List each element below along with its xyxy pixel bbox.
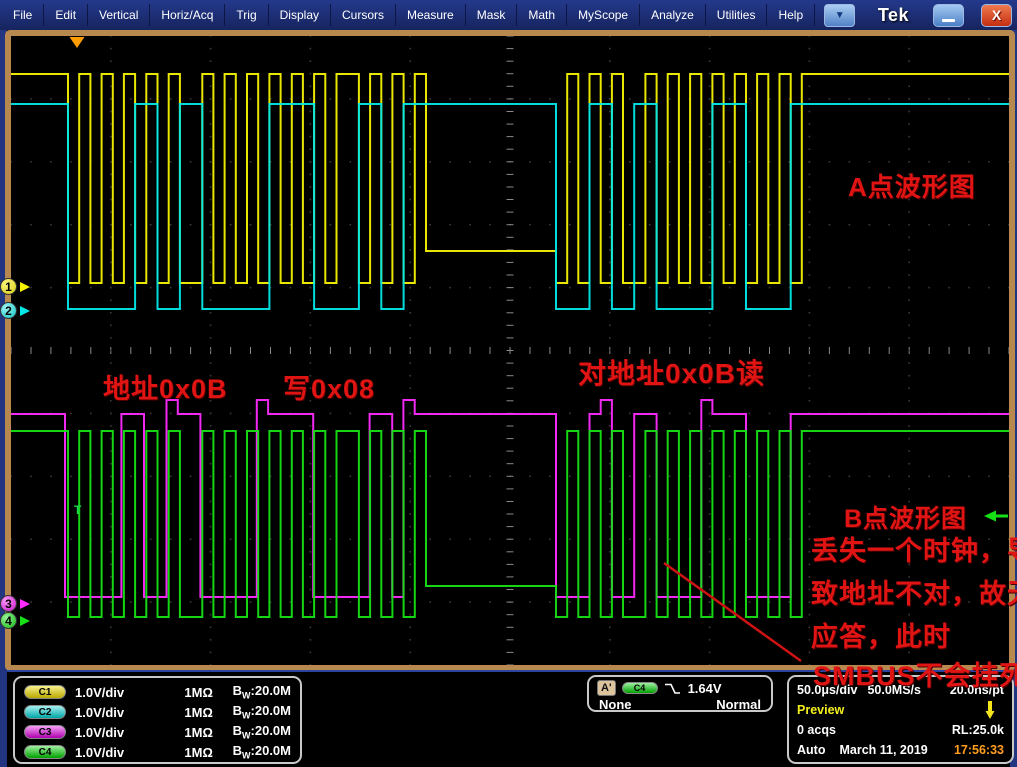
ch4-pill[interactable]: C4	[24, 745, 66, 759]
time-display: 17:56:33	[953, 743, 1004, 757]
annotation-note-line4: SMBUS不会挂死	[813, 661, 1017, 691]
menu-item-utilities[interactable]: Utilities	[706, 4, 768, 26]
trigger-mode: Normal	[716, 697, 761, 712]
ch4-scale: 1.0V/div	[75, 744, 125, 760]
menu-item-vertical[interactable]: Vertical	[88, 4, 151, 26]
trigger-readout-row1: A' C4 1.64V	[589, 679, 771, 696]
record-position-icon	[985, 700, 995, 719]
horizontal-row-preview: Preview	[789, 700, 1012, 720]
annotation-note-line3: 应答，此时	[811, 622, 951, 652]
menu-item-edit[interactable]: Edit	[44, 4, 89, 26]
ch3-reference-arrow	[20, 599, 30, 609]
ch2-scale: 1.0V/div	[75, 704, 125, 720]
menu-item-trig[interactable]: Trig	[225, 4, 269, 26]
menu-item-file[interactable]: File	[2, 4, 45, 26]
channel-readout-row-c2: C2 1.0V/div 1MΩ BW:20.0M	[15, 702, 300, 722]
horizontal-row-acqs: 0 acqs RL:25.0k	[789, 720, 1012, 740]
menu-item-help[interactable]: Help	[767, 4, 816, 26]
trigger-level: 1.64V	[687, 680, 722, 696]
menu-item-mask[interactable]: Mask	[466, 4, 518, 26]
trigger-readout-row2: None Normal	[589, 696, 771, 713]
tek-logo: Tek	[877, 4, 909, 25]
channel-readout-row-c1: C1 1.0V/div 1MΩ BW:20.0M	[15, 682, 300, 702]
ch2-reference-marker[interactable]: 2	[0, 302, 17, 319]
menu-item-analyze[interactable]: Analyze	[640, 4, 706, 26]
trigger-readout-box[interactable]: A' C4 1.64V None Normal	[587, 675, 773, 712]
trigger-level-arrow[interactable]	[984, 510, 1008, 522]
menu-items: File Edit Vertical Horiz/Acq Trig Display Curs…	[2, 0, 816, 30]
ch2-reference-arrow	[20, 306, 30, 316]
channel-readout-row-c3: C3 1.0V/div 1MΩ BW:20.0M	[15, 722, 300, 742]
menu-item-cursors[interactable]: Cursors	[331, 4, 397, 26]
falling-edge-icon	[664, 683, 680, 694]
close-button[interactable]: X	[981, 3, 1012, 27]
ch1-scale: 1.0V/div	[75, 684, 125, 700]
annotation-read: 对地址0x0B读	[578, 358, 765, 389]
trigger-a-badge: A'	[597, 680, 616, 696]
trigger-position-icon[interactable]	[69, 37, 85, 48]
menu-item-measure[interactable]: Measure	[396, 4, 466, 26]
oscilloscope-app: File Edit Vertical Horiz/Acq Trig Display Curs…	[0, 0, 1017, 767]
ch3-reference-marker[interactable]: 3	[0, 595, 17, 612]
menu-item-horiz-acq[interactable]: Horiz/Acq	[150, 4, 226, 26]
chevron-down-icon: ▼	[834, 9, 845, 21]
ch1-impedance: 1MΩ	[184, 684, 213, 700]
ch2-pill[interactable]: C2	[24, 705, 66, 719]
ch1-bandwidth: BW:20.0M	[232, 683, 291, 701]
ch3-bandwidth: BW:20.0M	[232, 723, 291, 741]
acquisition-mode: Auto	[797, 743, 826, 757]
ch3-scale: 1.0V/div	[75, 724, 125, 740]
minimize-icon	[942, 18, 955, 22]
ch2-impedance: 1MΩ	[184, 704, 213, 720]
annotation-write: 写0x08	[283, 374, 376, 404]
date-display: March 11, 2019	[839, 743, 928, 757]
annotation-note-line2: 致地址不对，故无	[811, 579, 1017, 609]
ch4-reference-arrow	[20, 616, 30, 626]
ch1-reference-marker[interactable]: 1	[0, 278, 17, 295]
channel-readout-row-c4: C4 1.0V/div 1MΩ BW:20.0M	[15, 742, 300, 762]
waveform-ch2	[11, 103, 1009, 310]
annotation-address: 地址0x0B	[103, 374, 228, 404]
trigger-point-marker: T	[74, 503, 82, 517]
menu-item-myscope[interactable]: MyScope	[567, 4, 641, 26]
ch2-bandwidth: BW:20.0M	[232, 703, 291, 721]
ch3-impedance: 1MΩ	[184, 724, 213, 740]
ch1-pill[interactable]: C1	[24, 685, 66, 699]
ch4-reference-marker[interactable]: 4	[0, 612, 17, 629]
ch3-pill[interactable]: C3	[24, 725, 66, 739]
channel-readout-box[interactable]: C1 1.0V/div 1MΩ BW:20.0M C2 1.0V/div 1MΩ…	[13, 676, 302, 764]
trigger-source-pill[interactable]: C4	[621, 682, 658, 694]
annotation-a-point: A点波形图	[848, 172, 976, 202]
minimize-button[interactable]	[933, 3, 964, 27]
ch1-reference-arrow	[20, 282, 30, 292]
horizontal-row-status: Auto March 11, 2019 17:56:33	[789, 740, 1012, 760]
ch4-impedance: 1MΩ	[184, 744, 213, 760]
trigger-holdoff: None	[599, 697, 632, 712]
menu-bar: File Edit Vertical Horiz/Acq Trig Display Curs…	[0, 0, 1017, 30]
menu-dropdown-button[interactable]: ▼	[824, 3, 856, 27]
menu-item-display[interactable]: Display	[269, 4, 331, 26]
menu-item-math[interactable]: Math	[517, 4, 568, 26]
ch4-bandwidth: BW:20.0M	[232, 743, 291, 761]
annotation-note-line1: 丢失一个时钟，导	[811, 536, 1017, 566]
record-length: RL:25.0k	[951, 723, 1004, 737]
preview-status: Preview	[797, 703, 845, 717]
acquisition-count: 0 acqs	[797, 723, 836, 737]
